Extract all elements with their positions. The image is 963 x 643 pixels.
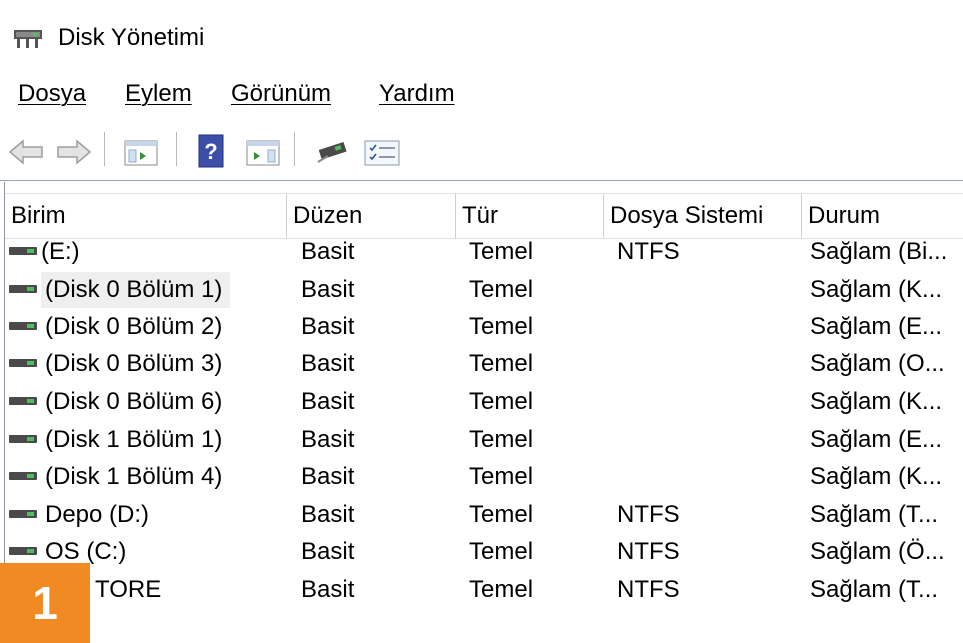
cell-dosya-sistemi: NTFS <box>617 538 680 565</box>
cell-birim: TORE <box>95 576 162 603</box>
volume-icon <box>9 285 37 293</box>
cell-tur: Temel <box>469 276 534 303</box>
cell-tur: Temel <box>469 426 534 453</box>
table-row[interactable]: (Disk 0 Bölüm 2) Basit Temel Sağlam (E..… <box>5 309 963 345</box>
menu-yardim-label: ardım <box>393 80 455 107</box>
table-row[interactable]: Depo (D:) Basit Temel NTFS Sağlam (T... <box>5 497 963 533</box>
table-row[interactable]: (Disk 1 Bölüm 1) Basit Temel Sağlam (E..… <box>5 422 963 458</box>
cell-birim: (Disk 0 Bölüm 2) <box>45 313 223 340</box>
menu-dosya-label: osya <box>35 80 87 107</box>
cell-durum: Sağlam (K... <box>810 388 943 415</box>
menu-eylem-accesskey: E <box>125 80 142 107</box>
forward-arrow-icon[interactable] <box>56 139 92 165</box>
disk-management-icon <box>14 30 42 48</box>
menu-eylem[interactable]: Eylem <box>125 80 192 108</box>
action-pane-icon[interactable] <box>246 139 280 167</box>
menu-bar: Dosya Eylem Görünüm Yardım <box>0 80 963 114</box>
cell-durum: Sağlam (E... <box>810 426 943 453</box>
cell-tur: Temel <box>469 238 534 265</box>
cell-birim: (Disk 1 Bölüm 1) <box>45 426 223 453</box>
toolbar-separator <box>294 132 295 166</box>
cell-durum: Sağlam (K... <box>810 463 943 490</box>
menu-dosya[interactable]: Dosya <box>18 80 86 108</box>
cell-durum: Sağlam (Ö... <box>810 538 945 565</box>
menu-yardim-accesskey: Y <box>379 80 394 107</box>
cell-tur: Temel <box>469 501 534 528</box>
cell-birim: (Disk 0 Bölüm 1) <box>41 272 231 308</box>
cell-duzen: Basit <box>301 501 355 528</box>
console-tree-icon[interactable] <box>124 139 158 167</box>
cell-birim: (Disk 0 Bölüm 6) <box>45 388 223 415</box>
cell-duzen: Basit <box>301 238 355 265</box>
step-number-badge: 1 <box>0 563 90 643</box>
cell-durum: Sağlam (Bi... <box>810 238 948 265</box>
table-row[interactable]: (E:) Basit Temel NTFS Sağlam (Bi... <box>5 234 963 270</box>
volume-icon <box>9 510 37 518</box>
svg-text:?: ? <box>204 139 217 164</box>
cell-durum: Sağlam (O... <box>810 350 945 377</box>
cell-tur: Temel <box>469 463 534 490</box>
cell-tur: Temel <box>469 538 534 565</box>
cell-durum: Sağlam (E... <box>810 313 943 340</box>
cell-tur: Temel <box>469 313 534 340</box>
cell-birim: (Disk 1 Bölüm 4) <box>45 463 223 490</box>
cell-birim: Depo (D:) <box>45 501 150 528</box>
column-header-birim[interactable]: Birim <box>5 194 287 238</box>
help-icon[interactable]: ? <box>198 134 224 168</box>
window-title: Disk Yönetimi <box>58 24 205 51</box>
table-row[interactable]: TORE Basit Temel NTFS Sağlam (T... <box>5 572 963 608</box>
cell-duzen: Basit <box>301 576 355 603</box>
cell-duzen: Basit <box>301 538 355 565</box>
volume-icon <box>9 322 37 330</box>
cell-duzen: Basit <box>301 350 355 377</box>
column-header-tur[interactable]: Tür <box>456 194 604 238</box>
cell-dosya-sistemi: NTFS <box>617 501 680 528</box>
menu-gorunum[interactable]: Görünüm <box>231 80 331 108</box>
cell-birim: (Disk 0 Bölüm 3) <box>45 350 223 377</box>
cell-duzen: Basit <box>301 463 355 490</box>
cell-durum: Sağlam (T... <box>810 576 939 603</box>
menu-gorunum-accesskey: G <box>231 80 250 107</box>
table-row[interactable]: (Disk 0 Bölüm 1) Basit Temel Sağlam (K..… <box>5 272 963 308</box>
cell-duzen: Basit <box>301 276 355 303</box>
column-header-dosya-sistemi[interactable]: Dosya Sistemi <box>604 194 802 238</box>
menu-eylem-label: ylem <box>141 80 192 107</box>
cell-duzen: Basit <box>301 426 355 453</box>
menu-gorunum-label: örünüm <box>249 80 332 107</box>
cell-duzen: Basit <box>301 313 355 340</box>
cell-birim: (E:) <box>41 238 80 265</box>
volume-icon <box>9 397 37 405</box>
menu-dosya-accesskey: D <box>18 80 36 107</box>
cell-durum: Sağlam (K... <box>810 276 943 303</box>
cell-dosya-sistemi: NTFS <box>617 576 680 603</box>
menu-yardim[interactable]: Yardım <box>379 80 455 108</box>
cell-tur: Temel <box>469 350 534 377</box>
table-row[interactable]: (Disk 0 Bölüm 3) Basit Temel Sağlam (O..… <box>5 346 963 382</box>
volume-icon <box>9 435 37 443</box>
connect-disk-icon[interactable] <box>314 140 350 166</box>
list-header: Birim Düzen Tür Dosya Sistemi Durum <box>5 193 963 239</box>
volume-icon <box>9 247 37 255</box>
cell-dosya-sistemi: NTFS <box>617 238 680 265</box>
column-header-durum[interactable]: Durum <box>802 194 963 238</box>
table-row[interactable]: (Disk 0 Bölüm 6) Basit Temel Sağlam (K..… <box>5 384 963 420</box>
toolbar-separator <box>176 132 177 166</box>
properties-icon[interactable] <box>364 139 400 167</box>
cell-tur: Temel <box>469 576 534 603</box>
volume-icon <box>9 547 37 555</box>
cell-tur: Temel <box>469 388 534 415</box>
volume-list[interactable]: Birim Düzen Tür Dosya Sistemi Durum (E:)… <box>4 182 963 643</box>
cell-duzen: Basit <box>301 388 355 415</box>
table-row[interactable]: (Disk 1 Bölüm 4) Basit Temel Sağlam (K..… <box>5 459 963 495</box>
column-header-duzen[interactable]: Düzen <box>287 194 456 238</box>
toolbar-separator <box>104 132 105 166</box>
title-bar: Disk Yönetimi <box>0 0 963 66</box>
volume-icon <box>9 472 37 480</box>
back-arrow-icon[interactable] <box>8 139 44 165</box>
volume-icon <box>9 359 37 367</box>
table-row[interactable]: OS (C:) Basit Temel NTFS Sağlam (Ö... <box>5 534 963 570</box>
cell-durum: Sağlam (T... <box>810 501 939 528</box>
